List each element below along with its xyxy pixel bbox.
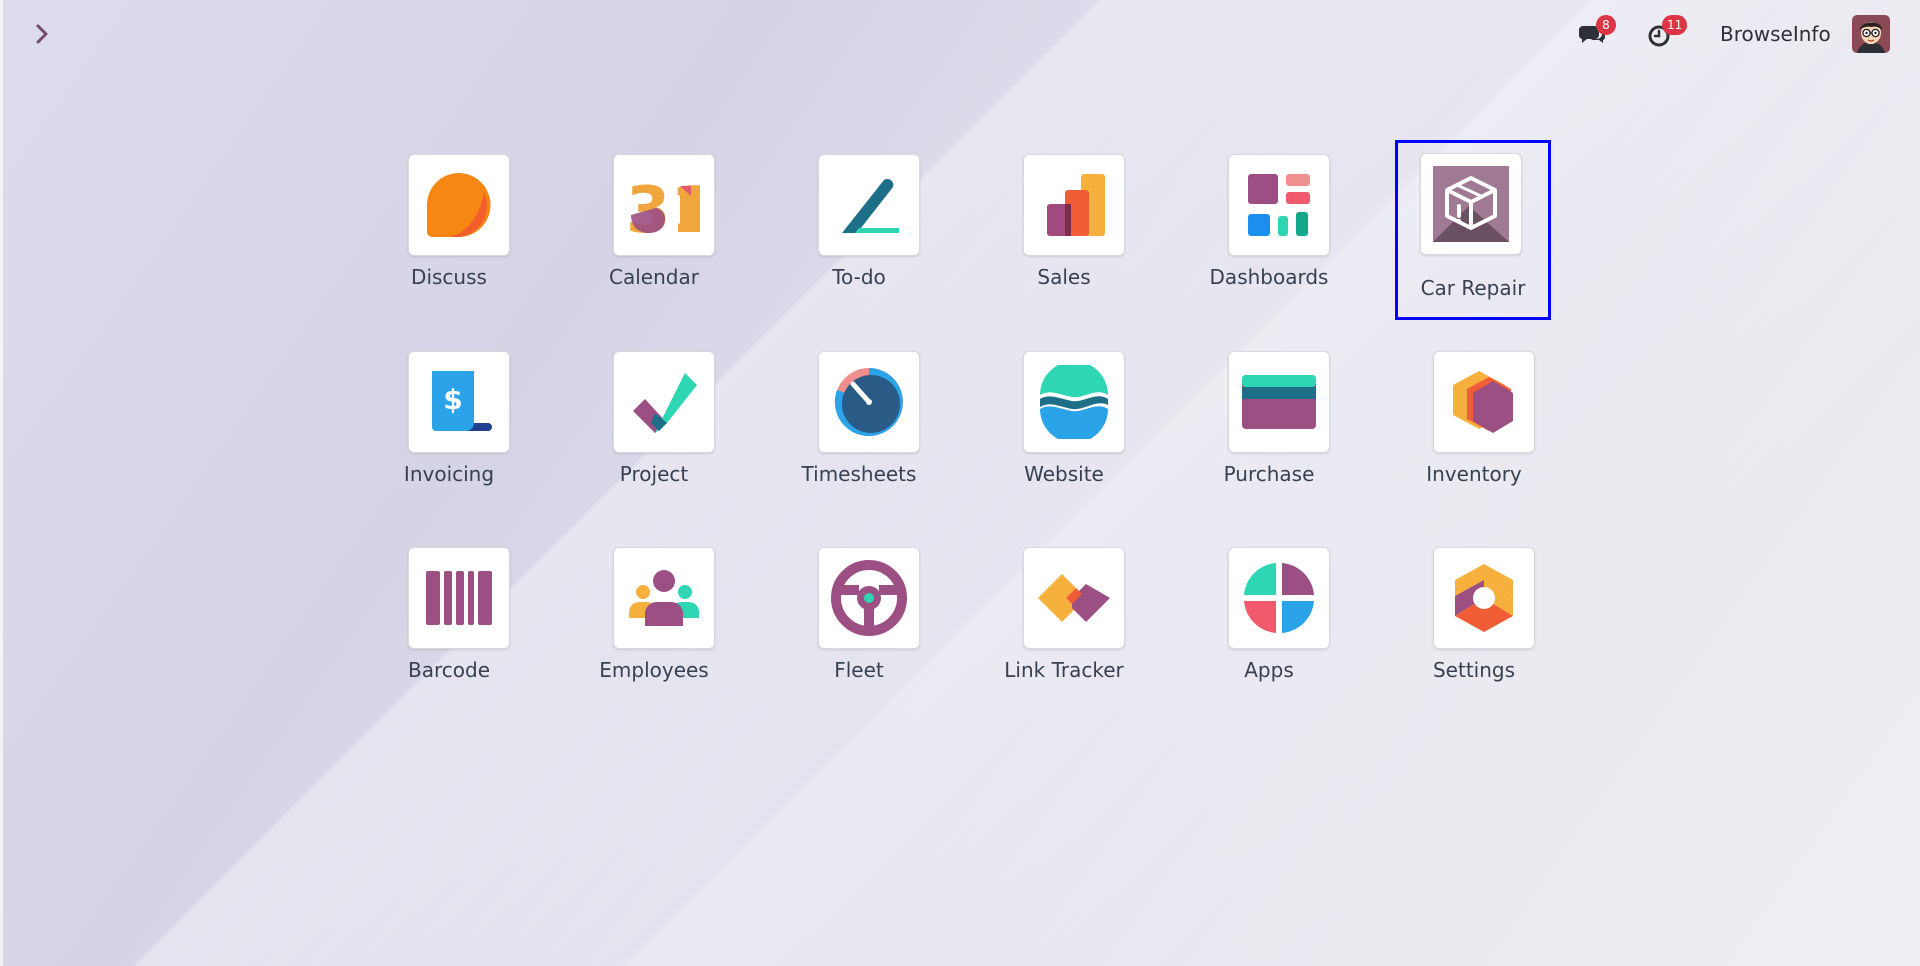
app-apps[interactable]: Apps [1179, 535, 1359, 695]
app-label: To-do [832, 265, 886, 289]
sales-icon [1047, 174, 1105, 236]
app-tile [1023, 547, 1125, 649]
app-label: Link Tracker [1004, 658, 1124, 682]
app-label: Employees [599, 658, 709, 682]
app-calendar[interactable]: 31 Calendar [564, 142, 744, 302]
messages-button[interactable]: 8 [1576, 15, 1616, 50]
svg-text:$: $ [443, 383, 462, 416]
steering-wheel-icon [831, 560, 907, 636]
purchase-icon [1242, 375, 1316, 429]
background-sheen [0, 0, 1920, 966]
left-edge [0, 0, 3, 966]
app-label: Settings [1432, 658, 1516, 682]
apps-icon [1244, 563, 1314, 633]
activities-button[interactable]: 11 [1645, 15, 1688, 50]
app-tile [1433, 547, 1535, 649]
app-tile [1023, 351, 1125, 453]
app-invoicing[interactable]: $ Invoicing [359, 339, 539, 499]
app-settings[interactable]: Settings [1384, 535, 1564, 695]
user-avatar[interactable] [1852, 15, 1890, 53]
car-repair-icon [1433, 166, 1509, 242]
app-purchase[interactable]: Purchase [1179, 339, 1359, 499]
app-label: Inventory [1426, 462, 1522, 486]
app-tile [818, 154, 920, 256]
app-label: Calendar [609, 265, 699, 289]
app-timesheets[interactable]: Timesheets [769, 339, 949, 499]
sidebar-toggle-button[interactable] [30, 20, 54, 48]
avatar-icon [1852, 15, 1890, 53]
app-tile [408, 154, 510, 256]
app-tile [1420, 153, 1522, 255]
app-tile: 31 [613, 154, 715, 256]
app-tile [613, 547, 715, 649]
app-label: Discuss [411, 265, 487, 289]
website-icon [1040, 365, 1108, 439]
app-barcode[interactable]: Barcode [359, 535, 539, 695]
app-label: Invoicing [403, 462, 495, 486]
app-tile: $ [408, 351, 510, 453]
app-label: Website [1024, 462, 1104, 486]
barcode-icon [426, 571, 492, 625]
calendar-icon: 31 [628, 174, 700, 240]
app-tile [408, 547, 510, 649]
dashboards-icon [1248, 174, 1310, 236]
app-website[interactable]: Website [974, 339, 1154, 499]
messages-badge: 8 [1596, 15, 1616, 35]
discuss-icon [427, 173, 491, 238]
activities-badge: 11 [1662, 15, 1688, 35]
app-label: Dashboards [1209, 265, 1329, 289]
app-tile [1023, 154, 1125, 256]
app-tile [1433, 351, 1535, 453]
app-fleet[interactable]: Fleet [769, 535, 949, 695]
timesheets-icon [834, 368, 903, 436]
employees-icon [629, 570, 699, 626]
invoicing-icon: $ [432, 371, 492, 431]
app-tile [818, 547, 920, 649]
app-label: Fleet [834, 658, 884, 682]
app-sales[interactable]: Sales [974, 142, 1154, 302]
app-label: Apps [1244, 658, 1294, 682]
app-tile [1228, 547, 1330, 649]
app-link-tracker[interactable]: Link Tracker [974, 535, 1154, 695]
app-employees[interactable]: Employees [564, 535, 744, 695]
chevron-right-icon [36, 24, 48, 44]
app-label: Timesheets [801, 462, 917, 486]
app-label: Barcode [408, 658, 490, 682]
app-dashboards[interactable]: Dashboards [1179, 142, 1359, 302]
app-label: Purchase [1223, 462, 1315, 486]
app-project[interactable]: Project [564, 339, 744, 499]
link-tracker-icon [1038, 574, 1110, 622]
todo-icon [842, 178, 899, 233]
company-switcher[interactable]: BrowseInfo [1720, 22, 1831, 46]
app-tile [1228, 351, 1330, 453]
app-label: Sales [1037, 265, 1091, 289]
project-icon [633, 373, 697, 433]
inventory-icon [1453, 371, 1513, 433]
app-car-repair[interactable]: Car Repair [1395, 140, 1551, 320]
app-todo[interactable]: To-do [769, 142, 949, 302]
app-label: Project [619, 462, 689, 486]
settings-icon [1455, 564, 1513, 632]
app-discuss[interactable]: Discuss [359, 142, 539, 302]
app-tile [818, 351, 920, 453]
app-tile [613, 351, 715, 453]
app-label: Car Repair [1420, 276, 1526, 300]
app-inventory[interactable]: Inventory [1384, 339, 1564, 499]
app-tile [1228, 154, 1330, 256]
